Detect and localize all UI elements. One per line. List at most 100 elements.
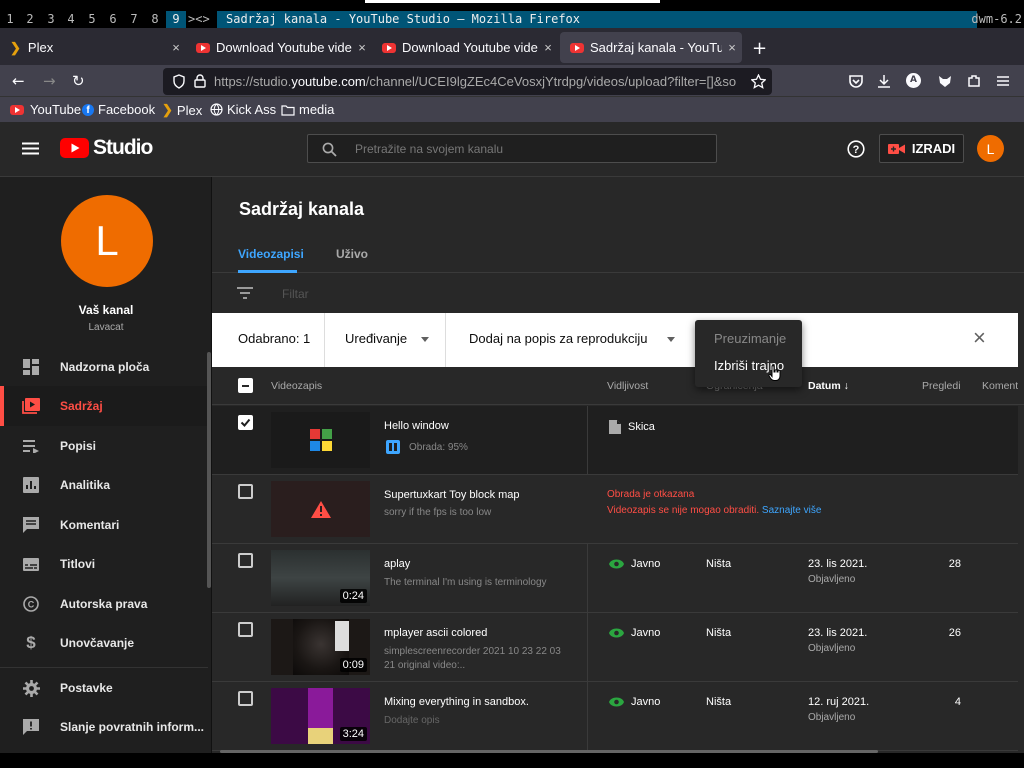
sidebar-item-settings[interactable]: Postavke (0, 668, 208, 708)
close-tab-icon[interactable]: × (722, 40, 742, 55)
tag-8[interactable]: 8 (145, 11, 165, 28)
visibility-draft[interactable]: Skica (609, 420, 655, 434)
tag-1[interactable]: 1 (0, 11, 20, 28)
filter-icon[interactable] (237, 287, 253, 299)
bookmark-media-folder[interactable]: media (281, 102, 334, 117)
tag-2[interactable]: 2 (20, 11, 40, 28)
select-all-checkbox[interactable] (238, 378, 253, 393)
video-description[interactable]: Dodajte opis (384, 714, 574, 728)
video-title[interactable]: Mixing everything in sandbox. (384, 696, 529, 708)
extension-puzzle-icon[interactable] (966, 73, 982, 89)
tag-9[interactable]: 9 (166, 11, 186, 28)
sidebar-item-analytics[interactable]: Analitika (0, 465, 208, 505)
bookmark-plex[interactable]: ❯ Plex (162, 102, 202, 118)
column-views[interactable]: Pregledi (922, 380, 961, 392)
pocket-icon[interactable] (848, 73, 864, 89)
edit-dropdown[interactable]: Uređivanje (345, 331, 430, 346)
video-thumbnail[interactable] (271, 412, 370, 468)
youtube-icon (10, 104, 24, 115)
column-divider (587, 406, 588, 475)
tab-download-1[interactable]: Download Youtube video × (186, 32, 372, 63)
close-tab-icon[interactable]: × (538, 40, 558, 55)
help-icon[interactable]: ? (847, 140, 865, 158)
tag-3[interactable]: 3 (41, 11, 61, 28)
menu-item-download[interactable]: Preuzimanje (714, 331, 786, 346)
close-tab-icon[interactable]: × (166, 40, 186, 55)
visibility-public[interactable]: Javno (609, 696, 660, 708)
filter-row[interactable]: Filtar (212, 273, 1024, 313)
shield-icon[interactable] (172, 74, 186, 89)
tag-4[interactable]: 4 (61, 11, 81, 28)
tab-live[interactable]: Uživo (336, 247, 368, 261)
bookmark-youtube[interactable]: YouTube (10, 102, 81, 117)
column-date[interactable]: Datum ↓ (808, 380, 849, 392)
processing-icon (386, 440, 400, 454)
extension-badge-icon[interactable]: A (906, 73, 921, 88)
download-icon[interactable] (876, 73, 892, 89)
lock-icon[interactable] (194, 74, 206, 88)
bookmark-facebook[interactable]: f Facebook (82, 102, 155, 117)
tab-studio-active[interactable]: Sadržaj kanala - YouTube × (560, 32, 742, 63)
channel-avatar[interactable]: L (61, 195, 153, 287)
table-row[interactable]: Hello window Obrada: 95% Skica (212, 406, 1018, 475)
sidebar-item-subtitles[interactable]: Titlovi (0, 544, 208, 584)
learn-more-link[interactable]: Saznajte više (762, 505, 821, 516)
url-text[interactable]: https://studio.youtube.com/channel/UCEI9… (214, 74, 744, 89)
sidebar-item-playlists[interactable]: Popisi (0, 426, 208, 466)
row-checkbox[interactable] (238, 415, 253, 430)
sidebar-item-content[interactable]: Sadržaj (0, 386, 208, 426)
menu-icon[interactable] (996, 74, 1010, 88)
visibility-public[interactable]: Javno (609, 558, 660, 570)
add-to-playlist-dropdown[interactable]: Dodaj na popis za reprodukciju (469, 331, 675, 346)
sidebar-item-monetization[interactable]: $ Unovčavanje (0, 623, 208, 663)
visibility-public[interactable]: Javno (609, 627, 660, 639)
tag-5[interactable]: 5 (82, 11, 102, 28)
table-row[interactable]: 0:09 mplayer ascii colored simplescreenr… (212, 613, 1018, 682)
channel-search-input[interactable]: Pretražite na svojem kanalu (307, 134, 717, 163)
close-selection-icon[interactable]: × (973, 327, 986, 349)
tag-6[interactable]: 6 (103, 11, 123, 28)
video-title[interactable]: mplayer ascii colored (384, 627, 487, 639)
studio-logo[interactable]: Studio (60, 136, 153, 160)
row-checkbox[interactable] (238, 484, 253, 499)
close-tab-icon[interactable]: × (352, 40, 372, 55)
table-row[interactable]: 3:24 Mixing everything in sandbox. Dodaj… (212, 682, 1018, 751)
video-thumbnail[interactable] (271, 481, 370, 537)
video-thumbnail[interactable]: 3:24 (271, 688, 370, 744)
new-tab-button[interactable]: + (752, 38, 767, 59)
bookmark-kickass[interactable]: Kick Ass (210, 102, 276, 117)
sidebar-scrollbar[interactable] (207, 352, 211, 588)
forward-icon[interactable]: → (43, 72, 56, 90)
layout-symbol[interactable]: ><> (188, 11, 210, 28)
create-button[interactable]: IZRADI (879, 134, 964, 163)
tab-download-2[interactable]: Download Youtube video × (372, 32, 558, 63)
filter-placeholder[interactable]: Filtar (282, 287, 309, 301)
sidebar-item-dashboard[interactable]: Nadzorna ploča (0, 347, 208, 387)
sidebar-item-copyright[interactable]: C Autorska prava (0, 584, 208, 624)
column-visibility[interactable]: Vidljivost (607, 380, 648, 392)
extension-fox-icon[interactable] (937, 73, 953, 89)
column-comments[interactable]: Komentari (982, 380, 1018, 392)
tag-7[interactable]: 7 (124, 11, 144, 28)
video-title[interactable]: Hello window (384, 420, 449, 432)
row-checkbox[interactable] (238, 691, 253, 706)
row-checkbox[interactable] (238, 622, 253, 637)
account-avatar[interactable]: L (977, 135, 1004, 162)
tab-videos[interactable]: Videozapisi (238, 247, 304, 261)
sidebar-item-comments[interactable]: Komentari (0, 505, 208, 545)
sidebar-item-feedback[interactable]: Slanje povratnih inform... (0, 707, 208, 747)
back-icon[interactable]: ← (12, 72, 25, 90)
tab-plex[interactable]: ❯ Plex × (0, 32, 186, 63)
hamburger-menu-icon[interactable] (22, 142, 39, 155)
table-row[interactable]: Supertuxkart Toy block map sorry if the … (212, 475, 1018, 544)
bookmark-star-icon[interactable] (751, 74, 766, 89)
url-bar[interactable]: https://studio.youtube.com/channel/UCEI9… (163, 68, 772, 95)
tab-label: Download Youtube video (402, 40, 538, 55)
video-title[interactable]: aplay (384, 558, 410, 570)
video-title[interactable]: Supertuxkart Toy block map (384, 489, 520, 501)
video-thumbnail[interactable]: 0:24 (271, 550, 370, 606)
row-checkbox[interactable] (238, 553, 253, 568)
video-thumbnail[interactable]: 0:09 (271, 619, 370, 675)
reload-icon[interactable]: ↻ (72, 72, 85, 90)
table-row[interactable]: 0:24 aplay The terminal I'm using is ter… (212, 544, 1018, 613)
